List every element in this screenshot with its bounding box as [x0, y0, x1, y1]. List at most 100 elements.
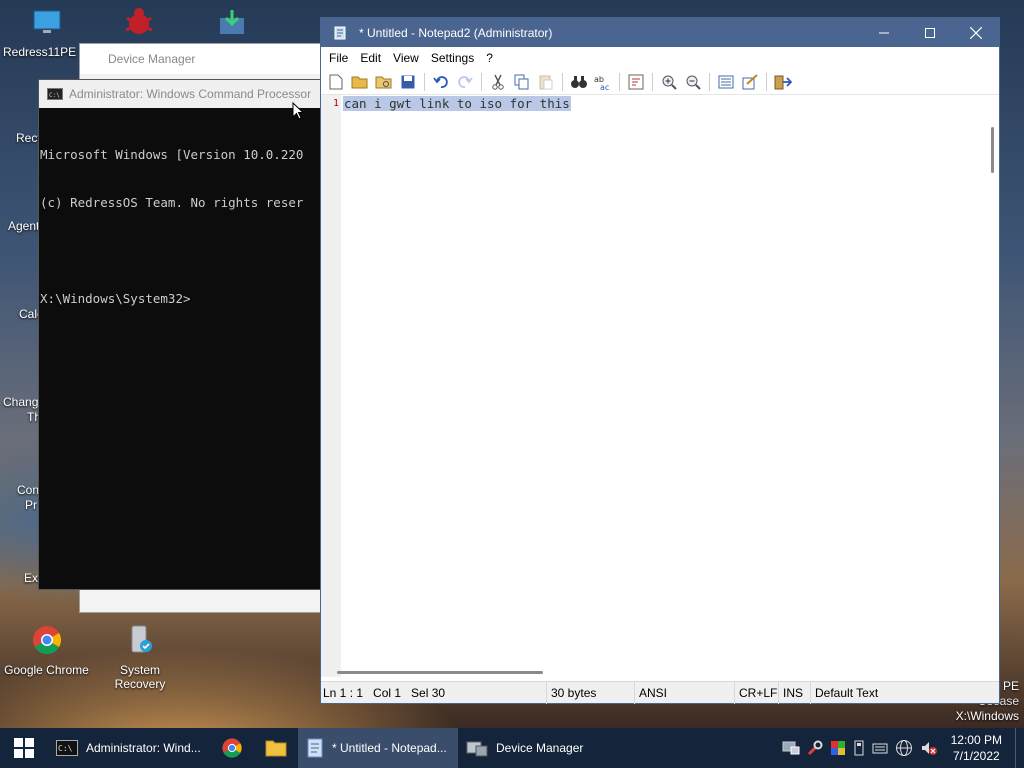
console-line: (c) RedressOS Team. No rights reser [40, 195, 304, 210]
redo-button[interactable] [454, 71, 476, 93]
taskbar: C:\ Administrator: Wind... * Untitled - … [0, 728, 1024, 768]
notepad-icon [307, 738, 323, 758]
copy-icon [514, 74, 529, 89]
toolbar: ab ac [321, 69, 999, 95]
recovery-icon [131, 625, 152, 653]
wordwrap-icon [628, 74, 644, 89]
save-button[interactable] [397, 71, 419, 93]
bug-icon[interactable] [121, 4, 157, 40]
taskbar-item-label: Administrator: Wind... [86, 741, 201, 755]
menu-settings[interactable]: Settings [425, 51, 480, 65]
minimize-icon [879, 32, 889, 33]
network-computer-icon[interactable] [782, 740, 800, 756]
undo-icon [433, 75, 448, 88]
close-button[interactable] [953, 18, 999, 47]
desktop-label-change[interactable]: Chang [3, 395, 38, 409]
customize-scheme-button[interactable] [739, 71, 761, 93]
device-manager-title: Device Manager [108, 52, 196, 66]
taskbar-chrome[interactable] [210, 728, 254, 768]
chrome-icon [222, 738, 242, 758]
maximize-icon [925, 27, 935, 38]
vertical-scroll-thumb[interactable] [991, 127, 994, 173]
color-tool-icon[interactable] [830, 740, 846, 756]
desktop-text-pe: PE [1002, 679, 1019, 693]
zoom-out-button[interactable] [682, 71, 704, 93]
usb-drive-icon[interactable] [853, 740, 865, 756]
folder-open-icon [351, 76, 368, 88]
cut-button[interactable] [487, 71, 509, 93]
taskbar-item-cmd[interactable]: C:\ Administrator: Wind... [48, 728, 210, 768]
minimize-button[interactable] [861, 18, 907, 47]
horizontal-scroll-thumb[interactable] [337, 671, 543, 674]
desktop-label-program[interactable]: Pr [25, 498, 37, 512]
cmd-titlebar[interactable]: C:\ Administrator: Windows Command Proce… [39, 80, 327, 108]
toolbar-separator [562, 72, 563, 91]
show-desktop-button[interactable] [1015, 728, 1020, 768]
clock[interactable]: 12:00 PM 7/1/2022 [945, 732, 1008, 764]
menu-file[interactable]: File [323, 51, 354, 65]
clock-date: 7/1/2022 [952, 749, 1000, 763]
wordwrap-button[interactable] [625, 71, 647, 93]
find-button[interactable] [568, 71, 590, 93]
menu-help[interactable]: ? [480, 51, 499, 65]
notepad-titlebar[interactable]: * Untitled - Notepad2 (Administrator) [321, 18, 999, 47]
status-encoding[interactable]: ANSI [635, 681, 735, 704]
maximize-button[interactable] [907, 18, 953, 47]
menu-edit[interactable]: Edit [354, 51, 387, 65]
notepad-icon [334, 26, 346, 39]
device-manager-titlebar[interactable]: Device Manager [80, 44, 338, 74]
undo-button[interactable] [430, 71, 452, 93]
horizontal-scrollbar[interactable] [321, 669, 985, 677]
desktop-label-agent[interactable]: Agent [8, 219, 39, 233]
vertical-scrollbar[interactable] [985, 95, 999, 677]
volume-muted-icon[interactable] [920, 740, 938, 756]
svg-text:ac: ac [600, 83, 609, 90]
cmd-window[interactable]: C:\ Administrator: Windows Command Proce… [38, 79, 328, 590]
open-button[interactable] [349, 71, 371, 93]
taskbar-item-device-manager[interactable]: Device Manager [458, 728, 598, 768]
editor-area[interactable]: 1 can i gwt link to iso for this [321, 95, 999, 677]
mouse-cursor-icon [292, 102, 304, 120]
new-button[interactable] [325, 71, 347, 93]
restore-icon[interactable] [216, 6, 248, 38]
zoom-out-icon [686, 75, 701, 90]
cmd-icon: C:\ [47, 88, 63, 100]
menu-view[interactable]: View [387, 51, 425, 65]
copy-button[interactable] [511, 71, 533, 93]
desktop-icon-system-recovery[interactable]: System Recovery [93, 624, 187, 691]
desktop-icon-label: Google Chrome [4, 663, 89, 677]
scheme-button[interactable] [715, 71, 737, 93]
globe-icon[interactable] [895, 739, 913, 757]
desktop-icon-chrome[interactable]: Google Chrome [0, 624, 94, 677]
system-tray: 12:00 PM 7/1/2022 [782, 728, 1024, 768]
line-number: 1 [332, 98, 339, 109]
status-eol[interactable]: CR+LF [735, 681, 779, 704]
zoom-in-button[interactable] [658, 71, 680, 93]
clock-time: 12:00 PM [950, 733, 1002, 747]
taskbar-explorer[interactable] [254, 728, 298, 768]
start-button[interactable] [0, 728, 48, 768]
browse-button[interactable] [373, 71, 395, 93]
save-icon [401, 75, 415, 88]
notepad-window[interactable]: * Untitled - Notepad2 (Administrator) Fi… [320, 17, 1000, 704]
paste-icon [539, 75, 553, 89]
statusbar: Ln 1 : 1 Col 1 Sel 30 30 bytes ANSI CR+L… [321, 681, 999, 704]
status-mode[interactable]: INS [779, 681, 811, 704]
console-prompt: X:\Windows\System32> [40, 291, 191, 306]
exit-button[interactable] [772, 71, 794, 93]
taskbar-item-notepad[interactable]: * Untitled - Notepad... [298, 728, 458, 768]
status-scheme[interactable]: Default Text [811, 682, 999, 704]
desktop-label-control[interactable]: Con [17, 483, 39, 497]
console-line: Microsoft Windows [Version 10.0.220 [40, 147, 304, 162]
paste-button[interactable] [535, 71, 557, 93]
tool-icon[interactable] [807, 740, 823, 756]
taskbar-item-label: Device Manager [496, 741, 584, 755]
folder-icon [265, 740, 287, 757]
selected-text[interactable]: can i gwt link to iso for this [343, 96, 571, 111]
exit-icon [774, 75, 792, 89]
replace-button[interactable]: ab ac [592, 71, 614, 93]
keyboard-icon[interactable] [872, 740, 888, 756]
editor-text-line[interactable]: can i gwt link to iso for this [343, 95, 571, 113]
cmd-console[interactable]: Microsoft Windows [Version 10.0.220 (c) … [39, 108, 327, 346]
desktop-text-windows-path: X:\Windows [955, 709, 1019, 723]
